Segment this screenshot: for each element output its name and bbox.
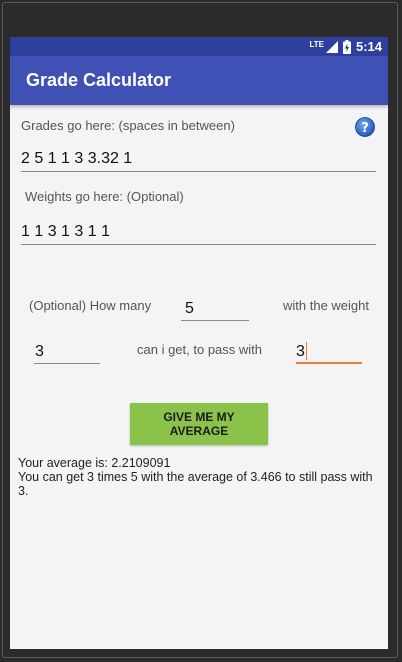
- can-i-get-label: can i get, to pass with: [137, 342, 263, 357]
- pass-result: You can get 3 times 5 with the average o…: [18, 470, 373, 498]
- how-many-input-value: 5: [185, 300, 194, 317]
- how-many-input-underline: [181, 320, 249, 321]
- help-icon[interactable]: ?: [355, 117, 375, 137]
- signal-icon: [325, 40, 338, 53]
- pass-input-underline: [296, 362, 362, 364]
- clock: 5:14: [355, 39, 382, 54]
- status-icons: LTE 5:14: [309, 38, 382, 55]
- weights-input-underline: [21, 244, 376, 245]
- weights-input-value: 1 1 3 1 3 1 1: [21, 223, 110, 240]
- battery-icon: [342, 39, 351, 54]
- app-screen: LTE 5:14 Grade Calculator Grades go here…: [10, 37, 388, 649]
- grades-input-underline: [21, 171, 376, 172]
- weight-input-underline: [34, 363, 100, 364]
- weight-input-value: 3: [35, 343, 44, 360]
- average-result: Your average is: 2.2109091: [18, 456, 171, 470]
- svg-text:?: ?: [361, 121, 369, 136]
- network-type: LTE: [309, 39, 324, 49]
- grades-input-value: 2 5 1 1 3 3.32 1: [21, 150, 133, 167]
- how-many-label: (Optional) How many: [29, 298, 152, 313]
- status-bar: LTE 5:14: [10, 37, 388, 56]
- app-bar: Grade Calculator: [10, 56, 388, 105]
- with-weight-label: with the weight: [283, 298, 369, 313]
- pass-input-value: 3: [296, 343, 305, 360]
- weights-label: Weights go here: (Optional): [25, 189, 184, 204]
- text-cursor: [306, 342, 307, 360]
- app-title: Grade Calculator: [26, 70, 172, 90]
- average-button[interactable]: GIVE ME MY AVERAGE: [130, 403, 268, 445]
- grades-label: Grades go here: (spaces in between): [21, 118, 235, 133]
